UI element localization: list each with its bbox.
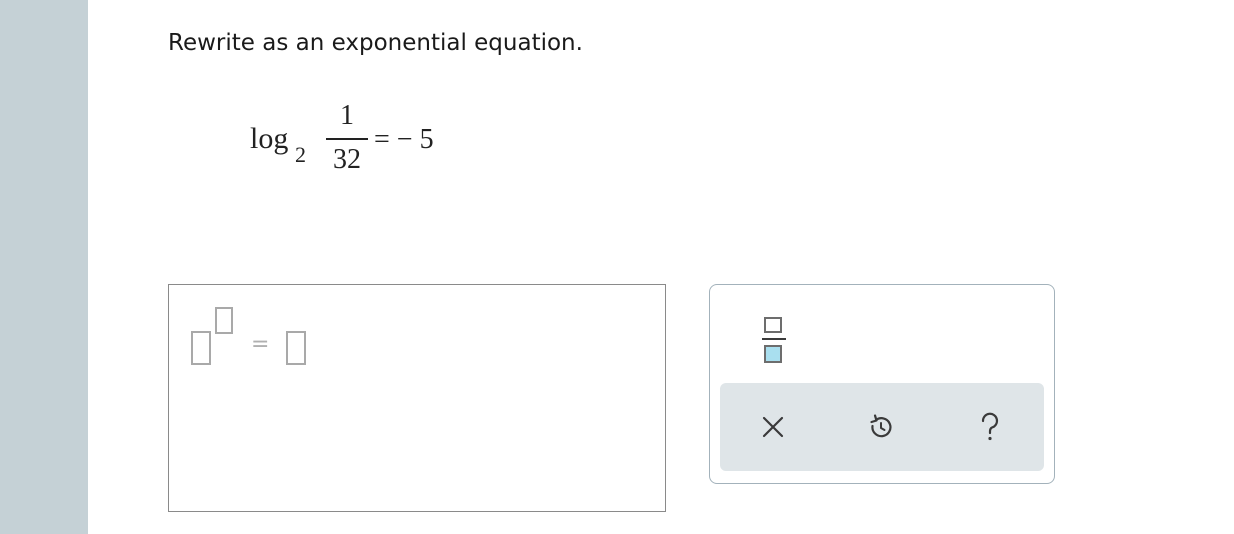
left-rail: [0, 0, 88, 534]
clear-button[interactable]: [751, 405, 795, 449]
help-button[interactable]: [968, 405, 1012, 449]
fraction-denominator-box-icon: [764, 345, 782, 363]
log-base: 2: [295, 142, 306, 167]
fraction-denominator: 32: [333, 144, 361, 175]
answer-input-area[interactable]: =: [168, 284, 666, 512]
base-input-slot[interactable]: [191, 331, 211, 365]
question-mark-icon: [981, 412, 999, 441]
answer-equals-sign: =: [251, 332, 270, 357]
fraction-bar: [326, 138, 368, 140]
fraction-bar-icon: [762, 338, 786, 340]
fraction-numerator-box-icon: [764, 317, 782, 333]
undo-icon: [870, 414, 892, 438]
page: Rewrite as an exponential equation. log …: [0, 0, 1234, 534]
equation-rhs: = − 5: [374, 124, 434, 155]
result-input-slot[interactable]: [286, 331, 306, 365]
close-icon: [762, 416, 784, 438]
fraction-template-button[interactable]: [762, 313, 788, 369]
exponent-input-slot[interactable]: [215, 307, 233, 334]
undo-button[interactable]: [859, 405, 903, 449]
log-text: log: [250, 122, 289, 155]
question-prompt: Rewrite as an exponential equation.: [168, 30, 583, 56]
fraction-numerator: 1: [340, 100, 354, 131]
action-bar: [720, 383, 1044, 471]
math-palette: [709, 284, 1055, 484]
